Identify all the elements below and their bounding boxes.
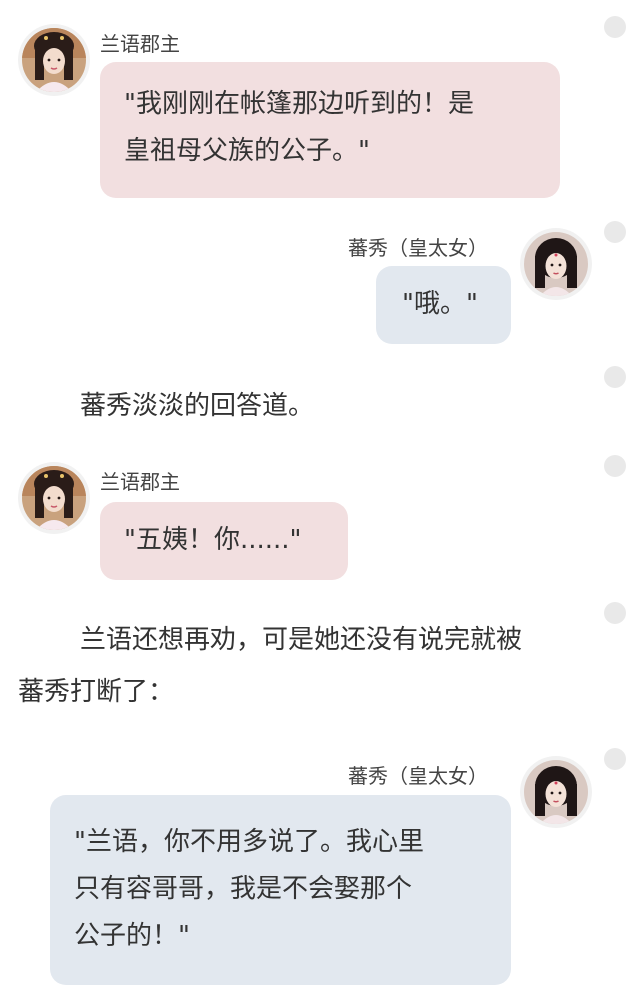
message-line: 皇祖母父族的公子。"	[124, 136, 370, 166]
message-bubble: "兰语，你不用多说了。我心里 只有容哥哥，我是不会娶那个 公子的！"	[50, 795, 511, 985]
more-dot-icon[interactable]	[604, 366, 626, 388]
message-line: "我刚刚在帐篷那边听到的！是	[124, 89, 474, 119]
more-dot-icon[interactable]	[604, 221, 626, 243]
speaker-avatar[interactable]	[18, 24, 90, 96]
speaker-avatar[interactable]	[520, 228, 592, 300]
more-dot-icon[interactable]	[604, 16, 626, 38]
message-line: "兰语，你不用多说了。我心里	[74, 827, 424, 857]
princess-avatar-icon	[22, 28, 86, 92]
speaker-name: 兰语郡主	[100, 470, 180, 494]
more-dot-icon[interactable]	[604, 748, 626, 770]
message-line: 公子的！"	[74, 921, 190, 951]
crown-princess-avatar-icon	[524, 760, 588, 824]
message-line: "五姨！你......"	[124, 525, 302, 555]
narration-line: 蕃秀淡淡的回答道。	[80, 391, 315, 421]
message-line: "哦。"	[402, 289, 478, 319]
speaker-avatar[interactable]	[520, 756, 592, 828]
narration-line: 蕃秀打断了：	[18, 677, 175, 707]
speaker-avatar[interactable]	[18, 462, 90, 534]
speaker-name: 蕃秀（皇太女）	[348, 236, 488, 260]
narration-paragraph: 蕃秀淡淡的回答道。	[80, 380, 314, 432]
message-bubble: "我刚刚在帐篷那边听到的！是 皇祖母父族的公子。"	[100, 62, 560, 198]
crown-princess-avatar-icon	[524, 232, 588, 296]
message-line: 只有容哥哥，我是不会娶那个	[74, 874, 413, 904]
message-bubble: "哦。"	[376, 266, 511, 344]
princess-avatar-icon	[22, 466, 86, 530]
message-bubble: "五姨！你......"	[100, 502, 348, 580]
narration-paragraph: 兰语还想再劝，可是她还没有说完就被 蕃秀打断了：	[18, 614, 608, 718]
speaker-name: 蕃秀（皇太女）	[348, 764, 488, 788]
narration-line: 兰语还想再劝，可是她还没有说完就被	[80, 625, 523, 655]
more-dot-icon[interactable]	[604, 455, 626, 477]
speaker-name: 兰语郡主	[100, 32, 180, 56]
